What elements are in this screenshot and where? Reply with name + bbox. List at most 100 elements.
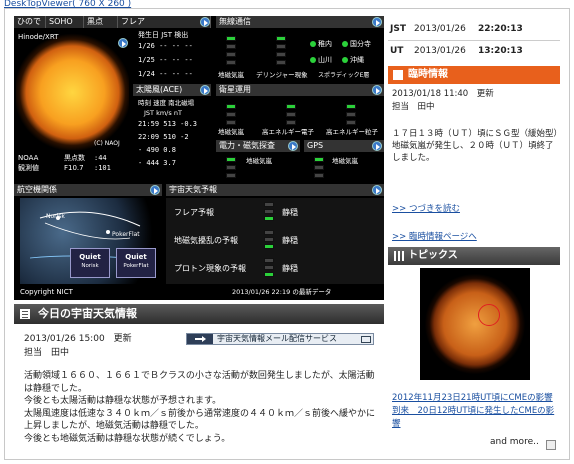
bulletin-icon [393,70,403,80]
today-header: 今日の宇宙天気情報 [14,304,384,324]
lamp [276,52,286,57]
aviation-title: 航空機関係 [14,184,162,196]
jst-time: 22:20:13 [478,24,523,34]
desktop-viewer-panel: ひので SOHO 黒点 フレア Hinode/XRT (C) NAOJ NOAA… [14,16,384,300]
bulletin-header: 臨時情報 [388,66,560,84]
gps-arrow-icon[interactable] [372,141,382,151]
satellite-caption: 地磁気嵐 [218,128,244,136]
today-date: 2013/01/26 15:00 更新 [24,334,132,344]
ut-time: 13:20:13 [478,46,523,56]
lamp [226,173,236,178]
flare-row: 1/25 -- -- -- [138,56,193,64]
station-label: 沖縄 [342,56,364,65]
station-label: 稚内 [310,40,332,49]
document-icon [20,309,30,319]
ace-row: 21:59 513 -0.3 [138,120,198,128]
status-value: Quiet [79,253,101,261]
ace-row: - 444 3.7 [138,159,176,167]
sun-xray-image[interactable]: Hinode/XRT (C) NAOJ [16,30,129,150]
bulletin-page-link[interactable]: >> 臨時情報ページへ [392,230,477,242]
today-body: 活動領域１６６０、１６６１でＢクラスの小さな活動が数回発生しましたが、太陽活動は… [24,370,380,445]
jst-clock: JST 2013/01/26 22:20:13 [388,22,560,38]
forecast-label: フレア予報 [174,208,214,217]
jst-date: 2013/01/26 [414,24,466,34]
lamp [226,104,236,109]
arrow-right-icon [187,334,213,344]
lamp [264,202,274,207]
lamp [264,265,274,270]
wireless-caption: スポラディックE層 [318,72,370,79]
lamp [226,52,236,57]
topics-more-link[interactable]: and more.. [490,437,539,447]
flare-header: 発生日 JST 検出 [138,31,189,39]
ace-arrow-icon[interactable] [200,85,210,95]
aviation-arrow-icon[interactable] [150,185,160,195]
topics-title: トピックス [408,250,458,261]
today-person: 担当 田中 [24,348,70,358]
forecast-arrow-icon[interactable] [372,185,382,195]
status-box-pokerflat: Quiet PokerFlat [116,248,156,278]
lamp [276,44,286,49]
topics-icon [394,251,404,261]
tab-soho[interactable]: SOHO [46,16,84,28]
forecast-status: 静穏 [282,264,298,273]
f107-label: F10.7 [64,164,84,172]
bulletin-date: 2013/01/18 11:40 更新 [392,89,494,99]
mail-service-button[interactable]: 宇宙天気情報メール配信サービス [186,333,374,345]
satellite-arrow-icon[interactable] [372,85,382,95]
ace-units: JST km/s nT [144,109,182,117]
ut-label: UT [390,46,404,56]
jst-label: JST [390,24,406,34]
forecast-label: 地磁気擾乱の予報 [174,236,238,245]
ut-clock: UT 2013/01/26 13:20:13 [388,44,560,60]
flare-arrow-icon[interactable] [200,17,210,27]
today-paragraph: 太陽風速度は低速な３４０ｋｍ／ｓ前後から通常速度の４４０ｋｍ／ｓ前後へ緩やかに上… [24,408,376,432]
tab-flare[interactable]: フレア [118,16,211,28]
topic-cme-image[interactable] [420,268,530,380]
lamp [226,112,236,117]
status-value: Quiet [125,253,147,261]
topics-header: トピックス [388,247,560,265]
forecast-status: 静穏 [282,208,298,217]
forecast-status: 静穏 [282,236,298,245]
bulletin-person: 担当 田中 [392,102,435,112]
lamp [264,216,274,221]
sun-caption: Hinode/XRT [18,33,59,41]
bulletin-more-link[interactable]: >> つづきを読む [392,202,460,214]
status-name: PokerFlat [123,263,149,269]
lamp [286,104,296,109]
sun-copyright: (C) NAOJ [94,140,120,147]
polar-map-image[interactable]: Norisk PokerFlat Quiet Norisk Quiet Poke… [20,198,162,284]
status-box-norisk: Quiet Norisk [70,248,110,278]
lamp [264,244,274,249]
tab-sunspot[interactable]: 黒点 [84,16,118,28]
wireless-arrow-icon[interactable] [372,17,382,27]
tab-hinode[interactable]: ひので [14,16,46,28]
power-arrow-icon[interactable] [288,141,298,151]
today-paragraph: 活動領域１６６０、１６６１でＢクラスの小さな活動が数回発生しましたが、太陽活動は… [24,371,375,394]
wireless-title: 無線通信 [216,16,384,28]
wireless-caption: デリンジャー現象 [256,71,308,79]
ace-header: 時刻 速度 南北磁場 [138,99,195,107]
noaa-label: NOAA [18,154,39,162]
station-label: 国分寺 [342,40,371,49]
lamp [276,60,286,65]
latest-data-text: 2013/01/26 22:19 の最新データ [232,288,332,296]
wireless-caption: 地磁気嵐 [218,71,244,79]
lamp [226,36,236,41]
map-label: Norisk [46,213,65,220]
lamp [226,120,236,125]
lamp [264,230,274,235]
resize-handle-icon[interactable] [546,440,556,450]
lamp [286,120,296,125]
lamp [264,258,274,263]
lamp [286,112,296,117]
sun-arrow-icon[interactable] [118,38,128,48]
today-paragraph: 今後とも地磁気活動は静穏な状態が続くでしょう。 [24,433,231,444]
topic-link[interactable]: 2012年11月23日21時UT頃にCMEの影響到来 20日12時UT頃に発生し… [392,392,560,431]
lamp [346,112,356,117]
lamp [276,36,286,41]
viewer-tabbar: ひので SOHO 黒点 フレア [14,16,211,28]
ut-date: 2013/01/26 [414,46,466,56]
satellite-title: 衛星運用 [216,84,384,96]
